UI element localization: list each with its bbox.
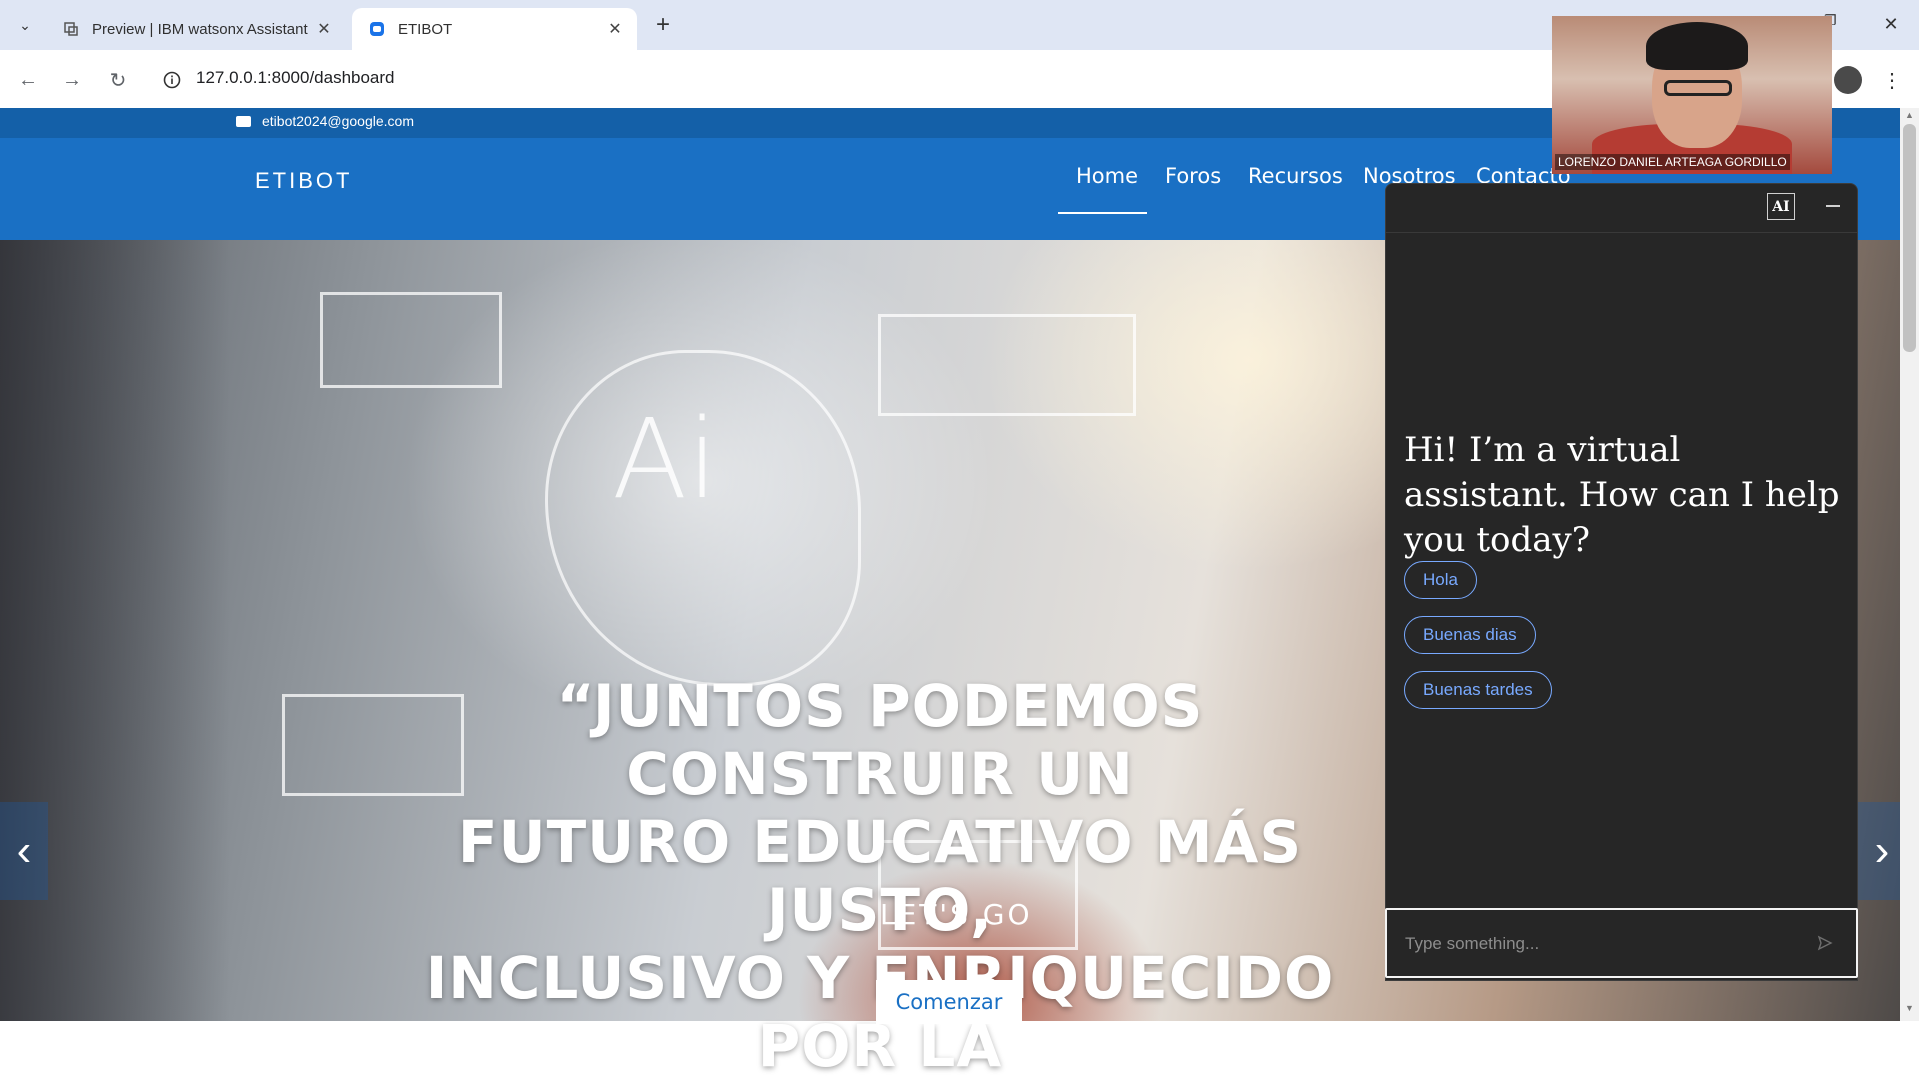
comenzar-button[interactable]: Comenzar bbox=[876, 980, 1022, 1024]
tab-watsonx-preview[interactable]: Preview | IBM watsonx Assistant ✕ bbox=[46, 8, 346, 50]
hero-quote-line: “JUNTOS PODEMOS CONSTRUIR UN bbox=[556, 672, 1204, 808]
assistant-greeting: Hi! I’m a virtual assistant. How can I h… bbox=[1404, 430, 1840, 560]
send-icon[interactable] bbox=[1812, 930, 1838, 956]
quick-reply-buenas-tardes[interactable]: Buenas tardes bbox=[1404, 671, 1552, 709]
video-participant-glasses bbox=[1664, 80, 1732, 96]
tab-etibot[interactable]: ETIBOT ✕ bbox=[352, 8, 637, 50]
site-info-icon[interactable] bbox=[158, 66, 186, 94]
hero-subtitle: LET'S GO bbox=[880, 898, 1033, 931]
forward-arrow-icon[interactable]: → bbox=[58, 66, 86, 94]
address-bar[interactable]: 127.0.0.1:8000/dashboard bbox=[196, 68, 395, 88]
scroll-down-icon[interactable]: ▼ bbox=[1902, 1003, 1917, 1015]
speech-bubble-graphic bbox=[320, 292, 502, 388]
carousel-next-icon[interactable]: › bbox=[1858, 802, 1906, 900]
speech-bubble-graphic bbox=[878, 314, 1136, 416]
hero-shadow bbox=[0, 240, 230, 1021]
nav-home[interactable]: Home bbox=[1076, 164, 1138, 188]
envelope-icon bbox=[236, 116, 251, 127]
minimize-icon[interactable] bbox=[1820, 193, 1846, 219]
quick-reply-hola[interactable]: Hola bbox=[1404, 561, 1477, 599]
contact-email[interactable]: etibot2024@google.com bbox=[262, 113, 414, 129]
chat-header-divider bbox=[1386, 232, 1857, 233]
nav-foros[interactable]: Foros bbox=[1165, 164, 1221, 188]
nav-recursos[interactable]: Recursos bbox=[1248, 164, 1343, 188]
carousel-prev-icon[interactable]: ‹ bbox=[0, 802, 48, 900]
quick-reply-buenas-dias[interactable]: Buenas dias bbox=[1404, 616, 1536, 654]
tab-label: Preview | IBM watsonx Assistant bbox=[92, 20, 308, 38]
profile-avatar[interactable] bbox=[1834, 66, 1862, 94]
tab-favicon-icon bbox=[368, 20, 386, 38]
back-arrow-icon[interactable]: ← bbox=[14, 66, 42, 94]
scrollbar-thumb[interactable] bbox=[1903, 124, 1916, 352]
video-participant-hair bbox=[1646, 22, 1748, 70]
chat-message-input[interactable] bbox=[1403, 928, 1787, 960]
nav-active-indicator bbox=[1058, 212, 1147, 214]
site-logo[interactable]: ETIBOT bbox=[255, 168, 352, 194]
reload-icon[interactable]: ↻ bbox=[104, 66, 132, 94]
video-participant-name: LORENZO DANIEL ARTEAGA GORDILLO bbox=[1555, 154, 1790, 170]
tab-label: ETIBOT bbox=[398, 20, 453, 38]
window-close-icon[interactable]: ✕ bbox=[1876, 10, 1906, 38]
tab-favicon-icon bbox=[62, 20, 80, 38]
tab-close-icon[interactable]: ✕ bbox=[603, 17, 627, 41]
ai-badge[interactable]: AI bbox=[1767, 193, 1795, 220]
browser-menu-icon[interactable]: ⋮ bbox=[1882, 66, 1902, 94]
ai-graphic-text: Ai bbox=[612, 395, 718, 523]
tab-close-icon[interactable]: ✕ bbox=[312, 17, 336, 41]
new-tab-plus-icon[interactable]: + bbox=[650, 11, 676, 38]
tab-search-chevron-icon[interactable]: ⌄ bbox=[12, 12, 38, 38]
scroll-up-icon[interactable]: ▲ bbox=[1902, 110, 1917, 122]
